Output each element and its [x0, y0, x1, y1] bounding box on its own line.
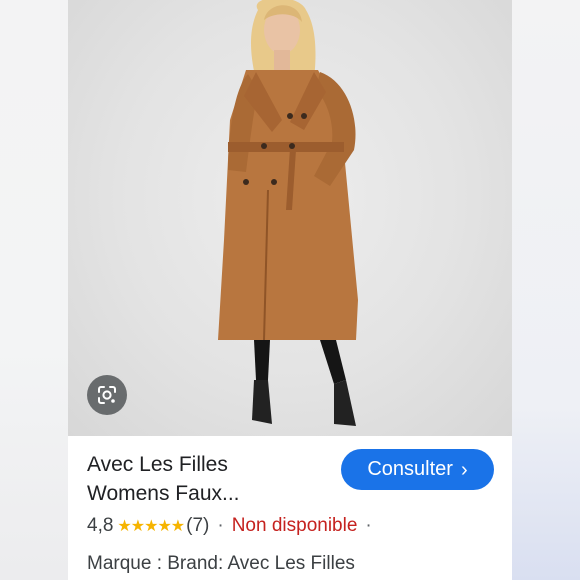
rating-row: 4,8 ★★★★★ (7) · Non disponible ·	[87, 515, 380, 537]
product-title-line1: Avec Les Filles	[87, 453, 228, 476]
review-count[interactable]: (7)	[186, 515, 209, 537]
product-title-line2: Womens Faux...	[87, 482, 240, 505]
right-margin	[512, 0, 580, 580]
availability-status: Non disponible	[231, 515, 358, 536]
product-image[interactable]	[68, 0, 512, 436]
product-card: Avec Les Filles Womens Faux... Consulter…	[68, 436, 512, 580]
rating-value: 4,8	[87, 515, 114, 536]
product-title[interactable]: Avec Les Filles Womens Faux...	[87, 450, 327, 508]
separator-dot: ·	[217, 515, 224, 536]
google-lens-icon	[98, 386, 116, 404]
google-lens-button[interactable]	[87, 375, 127, 415]
left-margin	[0, 0, 68, 580]
separator-dot-trailing: ·	[365, 515, 372, 536]
consult-button-label: Consulter	[367, 458, 453, 480]
star-rating-icons: ★★★★★	[117, 518, 185, 535]
brand-info: Marque : Brand: Avec Les Filles	[87, 553, 355, 574]
coat-model-illustration	[218, 0, 358, 426]
chevron-right-icon: ›	[460, 458, 468, 481]
consult-button[interactable]: Consulter ›	[341, 449, 494, 490]
